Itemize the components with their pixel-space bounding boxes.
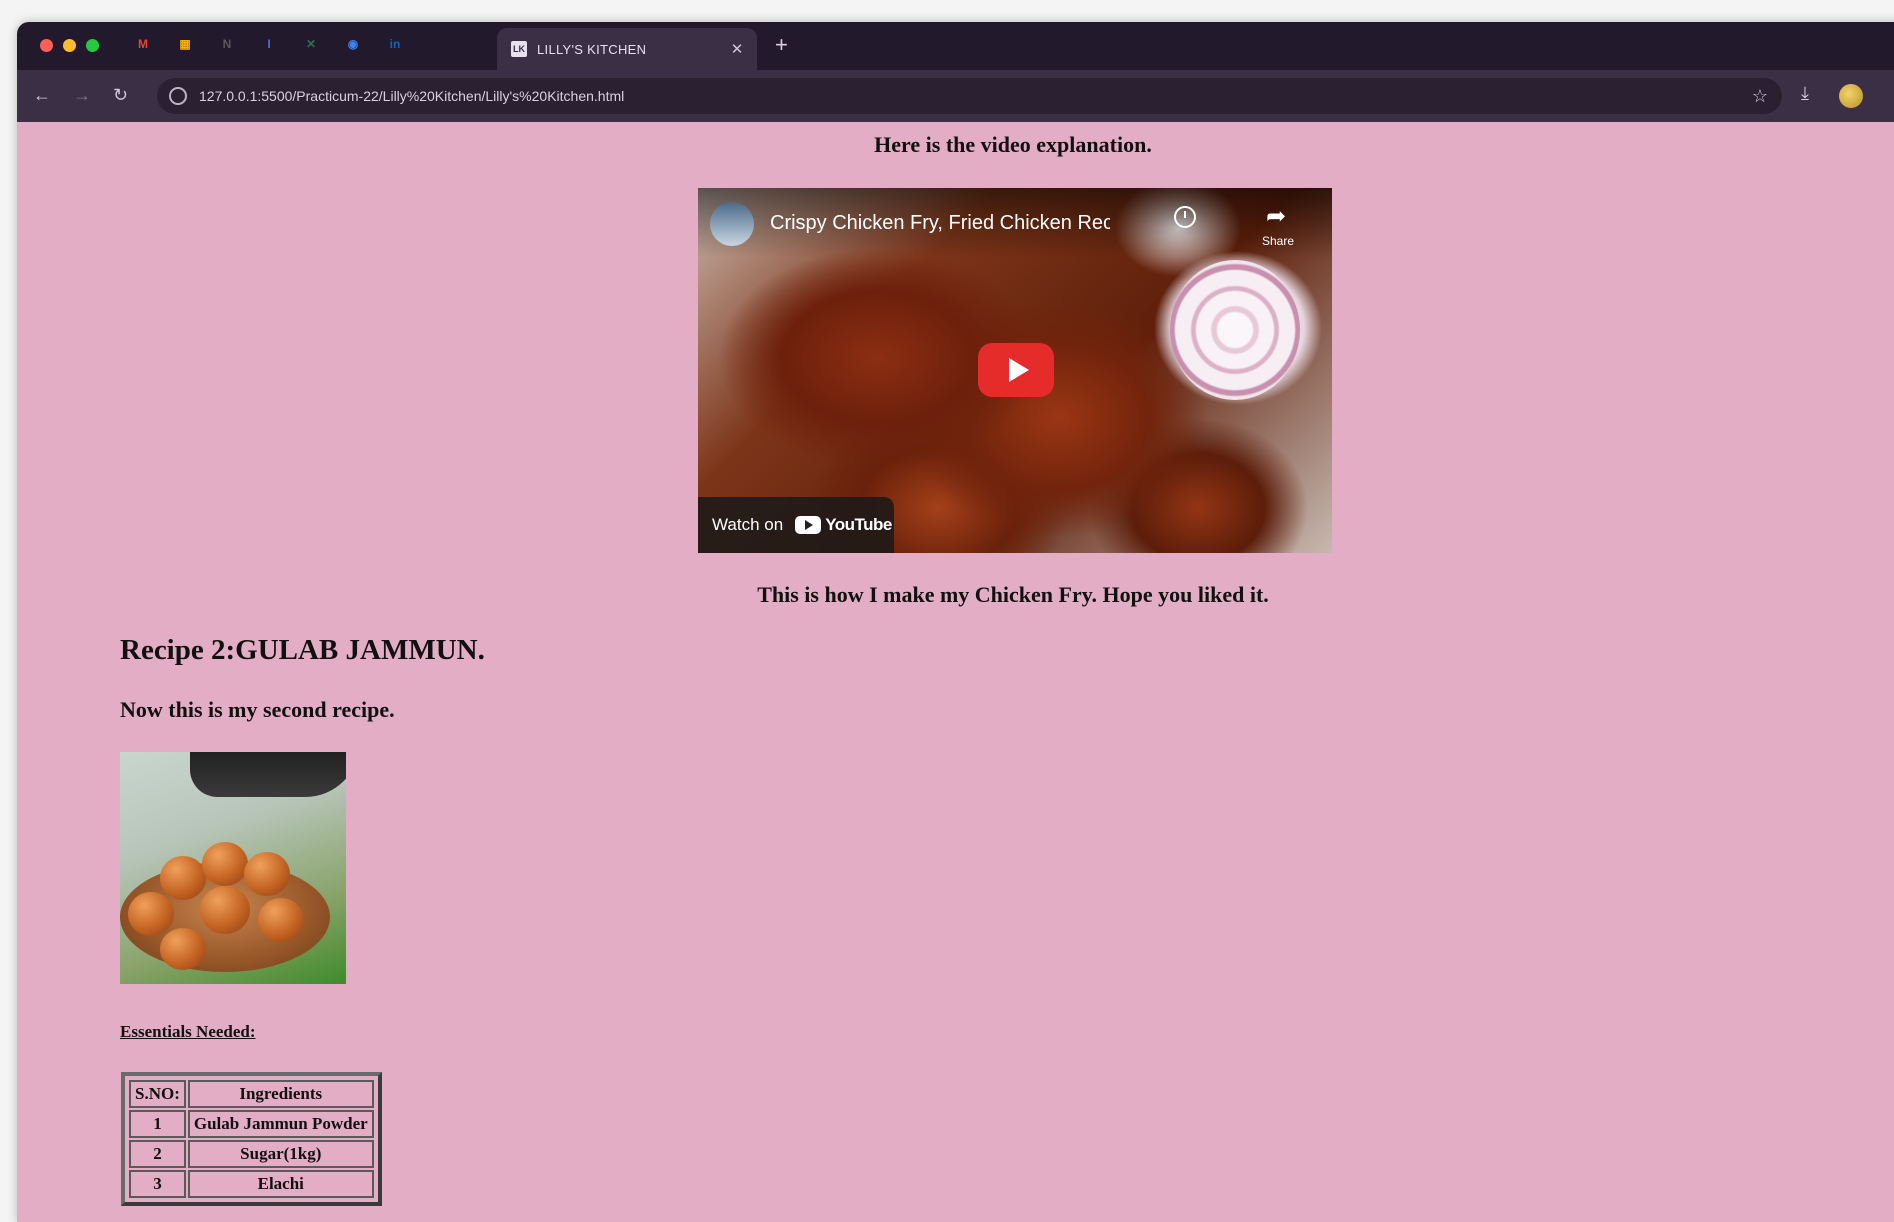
toolbar: ← → ↻ 127.0.0.1:5500/Practicum-22/Lilly%… — [17, 70, 1894, 122]
share-icon[interactable]: ➦ — [1266, 202, 1286, 230]
jammun-ball — [160, 928, 206, 970]
gulab-jammun-photo — [120, 752, 346, 984]
minimize-window-button[interactable] — [63, 39, 76, 52]
jammun-ball — [128, 892, 174, 936]
play-icon — [1008, 358, 1029, 382]
back-icon[interactable]: ← — [33, 84, 51, 106]
browser-window: M ▦ N I ✕ ◉ in LK LILLY'S KITCHEN ✕ + ← → ↻ 12… — [17, 22, 1894, 1222]
share-label[interactable]: Share — [1262, 234, 1294, 248]
app-icon[interactable]: ✕ — [301, 34, 321, 54]
video-caption: This is how I make my Chicken Fry. Hope … — [757, 582, 1269, 607]
globe-icon[interactable]: ◉ — [343, 34, 363, 54]
column-header: Ingredients — [187, 1080, 374, 1108]
ingredients-table: S.NO: Ingredients 1 Gulab Jammun Powder … — [121, 1072, 382, 1206]
recipe2-heading: Recipe 2:GULAB JAMMUN. — [120, 634, 485, 666]
table-cell: 1 — [129, 1110, 186, 1138]
tab-lillys-kitchen[interactable]: LK LILLY'S KITCHEN ✕ — [497, 28, 757, 70]
window-controls — [40, 39, 99, 52]
maximize-window-button[interactable] — [86, 39, 99, 52]
pinned-tabs: M ▦ N I ✕ ◉ in — [133, 34, 405, 54]
forward-icon[interactable]: → — [73, 84, 91, 106]
watch-on-label: Watch on — [712, 515, 784, 534]
essentials-label: Essentials Needed: — [120, 1022, 256, 1041]
address-bar[interactable]: 127.0.0.1:5500/Practicum-22/Lilly%20Kitc… — [157, 78, 1782, 114]
onion-slice — [1170, 260, 1300, 400]
download-icon[interactable]: ⤓ — [1801, 83, 1809, 104]
play-button[interactable] — [978, 343, 1054, 397]
youtube-wordmark: YouTube — [825, 515, 892, 534]
channel-avatar[interactable] — [710, 202, 754, 246]
table-cell: Sugar(1kg) — [187, 1140, 374, 1168]
reload-icon[interactable]: ↻ — [113, 84, 128, 106]
page-content: Here is the video explanation. Crispy Ch… — [17, 122, 1894, 1222]
youtube-embed[interactable]: Crispy Chicken Fry, Fried Chicken Rec ➦ … — [698, 188, 1332, 553]
tab-title: LILLY'S KITCHEN — [537, 41, 647, 57]
table-header-row: S.NO: Ingredients — [129, 1080, 374, 1108]
recipe2-subtext: Now this is my second recipe. — [120, 697, 395, 722]
table-row: 2 Sugar(1kg) — [129, 1140, 374, 1168]
jammun-ball — [160, 856, 206, 900]
close-tab-icon[interactable]: ✕ — [725, 40, 749, 58]
table-cell: 2 — [129, 1140, 186, 1168]
jammun-ball — [202, 842, 248, 886]
tab-bar: M ▦ N I ✕ ◉ in LK LILLY'S KITCHEN ✕ + — [17, 22, 1894, 70]
site-info-icon[interactable] — [169, 87, 187, 105]
table-cell: 3 — [129, 1170, 186, 1198]
table-row: 3 Elachi — [129, 1170, 374, 1198]
profile-avatar[interactable] — [1839, 84, 1863, 108]
bookmark-star-icon[interactable]: ☆ — [1752, 86, 1768, 107]
watch-later-icon[interactable] — [1174, 206, 1196, 228]
table-cell: Gulab Jammun Powder — [187, 1110, 374, 1138]
sheets-icon[interactable]: ▦ — [175, 34, 195, 54]
url-text[interactable]: 127.0.0.1:5500/Practicum-22/Lilly%20Kitc… — [199, 88, 1752, 104]
text-icon[interactable]: I — [259, 34, 279, 54]
youtube-logo-icon — [795, 516, 822, 534]
jammun-ball — [200, 886, 250, 934]
jammun-ball — [244, 852, 290, 896]
notion-icon[interactable]: N — [217, 34, 237, 54]
column-header: S.NO: — [129, 1080, 186, 1108]
table-cell: Elachi — [187, 1170, 374, 1198]
tab-favicon-icon: LK — [511, 41, 527, 57]
table-row: 1 Gulab Jammun Powder — [129, 1110, 374, 1138]
video-title[interactable]: Crispy Chicken Fry, Fried Chicken Rec — [770, 212, 1110, 235]
jammun-ball — [258, 898, 304, 942]
syrup-jug — [190, 752, 346, 797]
close-window-button[interactable] — [40, 39, 53, 52]
new-tab-button[interactable]: + — [775, 34, 788, 56]
watch-on-youtube-button[interactable]: Watch on YouTube — [698, 497, 894, 553]
linkedin-icon[interactable]: in — [385, 34, 405, 54]
gmail-icon[interactable]: M — [133, 34, 153, 54]
video-intro-text: Here is the video explanation. — [874, 132, 1152, 157]
